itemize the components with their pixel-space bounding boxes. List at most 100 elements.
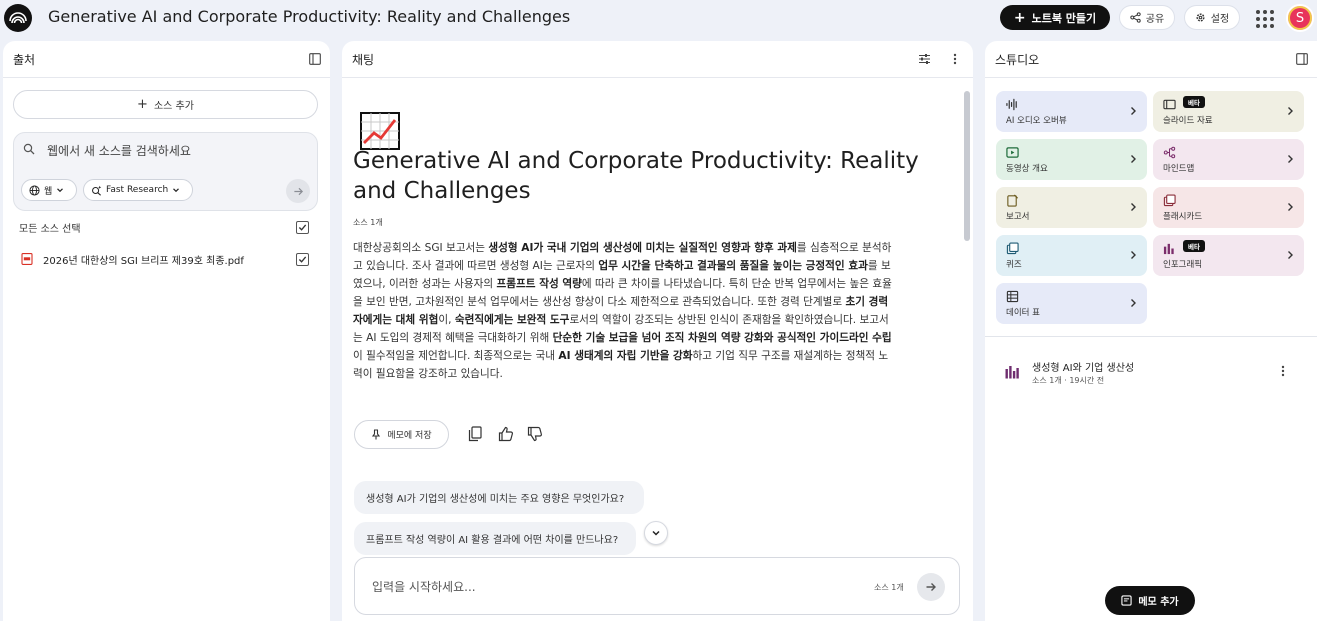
check-icon xyxy=(298,256,307,263)
chevron-right-icon xyxy=(1131,251,1136,259)
notebook-title[interactable]: Generative AI and Corporate Productivity… xyxy=(48,7,570,26)
chat-header: 채팅 xyxy=(342,41,973,78)
plus-icon: + xyxy=(137,96,148,112)
source-item-name: 2026년 대한상의 SGI 브리프 제39호 최종.pdf xyxy=(43,255,244,267)
infographic-icon xyxy=(1163,243,1174,255)
notebook-logo-icon xyxy=(9,12,27,24)
chevron-down-icon xyxy=(57,188,64,193)
chevron-right-icon xyxy=(1288,203,1293,211)
beta-badge: 베타 xyxy=(1183,96,1205,108)
studio-tile-video[interactable]: 동영상 개요 xyxy=(996,139,1147,180)
settings-label: 설정 xyxy=(1210,14,1230,25)
add-source-label: 소스 추가 xyxy=(153,101,194,112)
share-icon xyxy=(1130,12,1141,23)
source-search-input[interactable] xyxy=(47,142,297,160)
suggested-question[interactable]: 생성형 AI가 기업의 생산성에 미치는 주요 영향은 무엇인가요? xyxy=(354,481,644,514)
table-icon xyxy=(1006,290,1019,303)
studio-tile-label: 데이터 표 xyxy=(1006,308,1040,318)
collapse-panel-icon[interactable] xyxy=(309,53,321,65)
studio-tile-mindmap[interactable]: 마인드맵 xyxy=(1153,139,1304,180)
thumbs-up-icon[interactable] xyxy=(498,426,514,442)
sources-header: 출처 xyxy=(3,41,330,78)
chat-input[interactable] xyxy=(372,578,792,596)
audio-wave-icon xyxy=(1006,98,1017,111)
chevron-down-icon xyxy=(173,188,180,193)
beta-badge: 베타 xyxy=(1183,240,1205,252)
note-document-title: Generative AI and Corporate Productivity… xyxy=(353,148,919,204)
studio-tile-infographic[interactable]: 베타 인포그래픽 xyxy=(1153,235,1304,276)
select-all-checkbox[interactable] xyxy=(296,221,309,234)
saved-note-title: 생성형 AI와 기업 생산성 xyxy=(1032,363,1135,374)
research-mode-dropdown[interactable]: Fast Research xyxy=(83,179,193,201)
sparkle-search-icon xyxy=(92,185,102,196)
studio-tile-label: 플래시카드 xyxy=(1163,212,1203,222)
send-button[interactable] xyxy=(917,573,945,601)
sources-title: 출처 xyxy=(13,52,36,67)
plus-icon: + xyxy=(1013,9,1026,26)
gear-icon xyxy=(1196,13,1205,22)
more-vert-icon[interactable] xyxy=(953,53,957,65)
add-note-button[interactable]: 메모 추가 xyxy=(1105,586,1195,615)
source-item-checkbox[interactable] xyxy=(296,253,309,266)
studio-tile-quiz[interactable]: 퀴즈 xyxy=(996,235,1147,276)
chevron-right-icon xyxy=(1288,107,1293,115)
pin-icon xyxy=(372,429,381,440)
web-chip-label: 웹 xyxy=(44,186,53,197)
avatar[interactable]: S xyxy=(1286,4,1314,32)
search-submit-button[interactable] xyxy=(286,179,310,203)
web-source-dropdown[interactable]: 웹 xyxy=(21,179,77,201)
source-search-box: 웹 Fast Research xyxy=(13,132,318,211)
share-button[interactable]: 공유 xyxy=(1119,5,1175,30)
settings-button[interactable]: 설정 xyxy=(1184,5,1240,30)
save-to-note-button[interactable]: 메모에 저장 xyxy=(354,420,449,449)
saved-note-item[interactable]: 생성형 AI와 기업 생산성 소스 1개 · 19시간 전 xyxy=(1005,357,1305,389)
check-icon xyxy=(298,224,307,231)
scroll-down-button[interactable] xyxy=(644,521,668,545)
thumbs-down-icon[interactable] xyxy=(527,426,543,442)
globe-icon xyxy=(29,184,40,196)
studio-tile-audio-wave[interactable]: AI 오디오 오버뷰 xyxy=(996,91,1147,132)
source-item[interactable]: 2026년 대한상의 SGI 브리프 제39호 최종.pdf xyxy=(21,251,321,267)
chart-increasing-emoji-icon xyxy=(360,112,400,150)
chevron-right-icon xyxy=(1288,251,1293,259)
chevron-right-icon xyxy=(1288,155,1293,163)
note-icon xyxy=(1121,595,1132,606)
flashcard-icon xyxy=(1163,194,1176,207)
chevron-right-icon xyxy=(1131,107,1136,115)
apps-grid-icon[interactable] xyxy=(1254,8,1274,28)
studio-tile-table[interactable]: 데이터 표 xyxy=(996,283,1147,324)
studio-tile-report[interactable]: 보고서 xyxy=(996,187,1147,228)
tune-icon[interactable] xyxy=(918,53,931,65)
input-source-count: 소스 1개 xyxy=(874,583,904,592)
studio-tile-slides[interactable]: 베타 슬라이드 자료 xyxy=(1153,91,1304,132)
report-icon xyxy=(1007,194,1019,207)
video-icon xyxy=(1006,147,1019,158)
add-source-button[interactable]: + 소스 추가 xyxy=(13,90,318,119)
studio-panel: 스튜디오 AI 오디오 오버뷰 베타 슬라이드 자료동영상 개요 마인드맵보고서플래시… xyxy=(985,41,1317,621)
slides-icon xyxy=(1163,99,1176,110)
create-notebook-button[interactable]: + 노트북 만들기 xyxy=(1000,5,1110,30)
chat-scrollbar[interactable] xyxy=(964,91,970,241)
save-to-note-label: 메모에 저장 xyxy=(387,431,432,441)
chevron-down-icon xyxy=(652,530,660,536)
copy-icon[interactable] xyxy=(468,426,482,442)
share-label: 공유 xyxy=(1145,14,1165,25)
more-vert-icon[interactable] xyxy=(1281,365,1285,377)
saved-note-meta: 소스 1개 · 19시간 전 xyxy=(1032,376,1105,385)
arrow-right-icon xyxy=(926,583,936,591)
studio-header: 스튜디오 xyxy=(985,41,1317,78)
suggested-question[interactable]: 프롬프트 작성 역량이 AI 활용 결과에 어떤 차이를 만드나요? xyxy=(354,522,636,555)
search-icon xyxy=(23,143,35,155)
arrow-right-icon xyxy=(293,187,303,195)
studio-tile-flashcard[interactable]: 플래시카드 xyxy=(1153,187,1304,228)
app-logo[interactable] xyxy=(4,4,32,32)
create-notebook-label: 노트북 만들기 xyxy=(1031,11,1097,25)
add-note-label: 메모 추가 xyxy=(1138,597,1179,608)
collapse-panel-icon[interactable] xyxy=(1296,53,1308,65)
source-count-label: 소스 1개 xyxy=(353,218,383,227)
infographic-note-icon xyxy=(1005,366,1019,379)
chevron-right-icon xyxy=(1131,203,1136,211)
studio-tile-label: 마인드맵 xyxy=(1163,164,1195,174)
quiz-icon xyxy=(1006,242,1019,255)
studio-tile-label: 동영상 개요 xyxy=(1006,164,1048,174)
